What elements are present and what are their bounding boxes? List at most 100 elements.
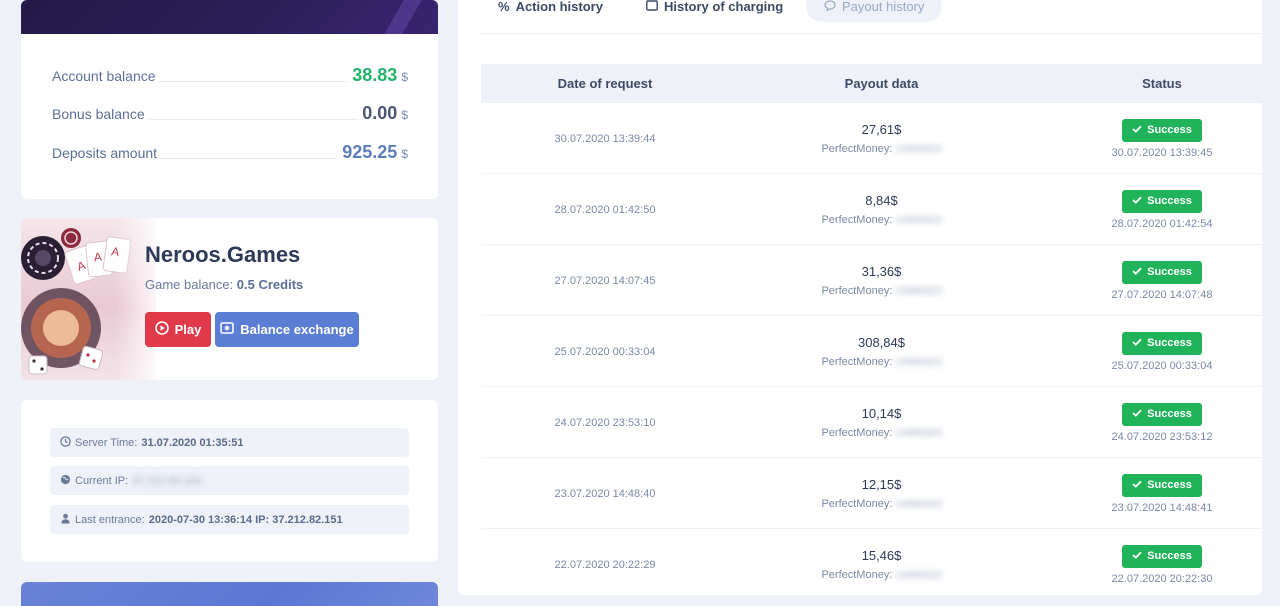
status-badge: Success xyxy=(1122,402,1202,426)
server-time-label: Server Time: xyxy=(75,436,138,449)
payout-account: U4993323 xyxy=(895,356,942,368)
table-row: 30.07.2020 13:39:44 27,61$ PerfectMoney: U4… xyxy=(481,103,1262,174)
tab-payout-history-label: Payout history xyxy=(842,0,925,14)
casino-chips-cards-image: A A A xyxy=(21,218,156,380)
check-icon xyxy=(1132,195,1142,207)
check-icon xyxy=(1132,550,1142,562)
status-badge: Success xyxy=(1122,189,1202,213)
history-panel: % Action history History of charging Pay… xyxy=(458,0,1262,595)
deposits-amount-row: Deposits amount 925.25 $ xyxy=(52,139,408,163)
payout-status: Success 24.07.2020 23:53:12 xyxy=(1034,387,1262,458)
current-ip-value: 37.212.82.151 xyxy=(132,474,203,487)
play-circle-icon xyxy=(154,321,169,338)
request-date: 28.07.2020 01:42:50 xyxy=(481,174,729,245)
game-balance-label: Game balance: xyxy=(145,277,234,292)
payout-system-label: PerfectMoney: xyxy=(821,356,893,368)
tab-history-of-charging[interactable]: History of charging xyxy=(646,0,783,22)
server-time-row: Server Time: 31.07.2020 01:35:51 xyxy=(50,428,409,457)
status-badge: Success xyxy=(1122,331,1202,355)
next-card-banner xyxy=(21,582,438,606)
check-icon xyxy=(1132,337,1142,349)
table-header: Date of request Payout data Status xyxy=(481,64,1262,103)
payout-system: PerfectMoney: U4993323 xyxy=(821,285,941,297)
user-icon xyxy=(60,513,71,527)
status-badge-label: Success xyxy=(1147,550,1192,562)
table-row: 28.07.2020 01:42:50 8,84$ PerfectMoney: U49… xyxy=(481,174,1262,245)
payout-status: Success 30.07.2020 13:39:45 xyxy=(1034,103,1262,174)
bonus-balance-row: Bonus balance 0.00 $ xyxy=(52,100,408,124)
request-date-text: 22.07.2020 20:22:29 xyxy=(554,558,656,571)
request-date: 30.07.2020 13:39:44 xyxy=(481,103,729,174)
payout-system-label: PerfectMoney: xyxy=(821,285,893,297)
bonus-balance-label: Bonus balance xyxy=(52,106,147,122)
account-balance-row: Account balance 38.83 $ xyxy=(52,62,408,86)
payout-system-label: PerfectMoney: xyxy=(821,214,893,226)
history-tabs: % Action history History of charging Pay… xyxy=(480,0,1262,34)
payout-system: PerfectMoney: U4993323 xyxy=(821,214,941,226)
payout-system: PerfectMoney: U4993323 xyxy=(821,143,941,155)
balance-exchange-button[interactable]: Balance exchange xyxy=(215,312,359,347)
status-date: 25.07.2020 00:33:04 xyxy=(1111,359,1213,372)
payout-amount: 10,14$ xyxy=(861,406,902,421)
payout-amount: 15,46$ xyxy=(861,548,902,563)
request-date: 22.07.2020 20:22:29 xyxy=(481,529,729,595)
status-badge-label: Success xyxy=(1147,408,1192,420)
status-badge: Success xyxy=(1122,118,1202,142)
payout-status: Success 27.07.2020 14:07:48 xyxy=(1034,245,1262,316)
payout-data: 308,84$ PerfectMoney: U4993323 xyxy=(729,316,1034,387)
table-row: 23.07.2020 14:48:40 12,15$ PerfectMoney: U4… xyxy=(481,458,1262,529)
session-info-card: Server Time: 31.07.2020 01:35:51 Current… xyxy=(21,400,438,562)
table-row: 25.07.2020 00:33:04 308,84$ PerfectMoney: U… xyxy=(481,316,1262,387)
check-icon xyxy=(1132,266,1142,278)
status-badge: Success xyxy=(1122,544,1202,568)
payout-account: U4993323 xyxy=(895,214,942,226)
chat-bubble-icon xyxy=(824,0,836,14)
payout-data: 15,46$ PerfectMoney: U4993323 xyxy=(729,529,1034,595)
balance-exchange-label: Balance exchange xyxy=(240,322,354,337)
play-button[interactable]: Play xyxy=(145,312,211,347)
table-row: 22.07.2020 20:22:29 15,46$ PerfectMoney: U4… xyxy=(481,529,1262,595)
status-badge-label: Success xyxy=(1147,479,1192,491)
money-icon xyxy=(220,322,235,337)
request-date: 25.07.2020 00:33:04 xyxy=(481,316,729,387)
play-button-label: Play xyxy=(174,322,202,337)
clock-icon xyxy=(60,435,71,450)
request-date-text: 25.07.2020 00:33:04 xyxy=(554,345,656,358)
request-date: 24.07.2020 23:53:10 xyxy=(481,387,729,458)
payout-status: Success 22.07.2020 20:22:30 xyxy=(1034,529,1262,595)
balance-banner xyxy=(21,0,438,34)
header-payout-data: Payout data xyxy=(844,76,919,91)
payout-amount: 308,84$ xyxy=(858,335,905,350)
payout-data: 10,14$ PerfectMoney: U4993323 xyxy=(729,387,1034,458)
tab-history-of-charging-label: History of charging xyxy=(664,0,784,14)
request-date: 27.07.2020 14:07:45 xyxy=(481,245,729,316)
tab-action-history[interactable]: % Action history xyxy=(498,0,603,22)
svg-text:A: A xyxy=(93,250,102,265)
status-date: 27.07.2020 14:07:48 xyxy=(1111,288,1213,301)
balance-card: Account balance 38.83 $ Bonus balance 0.0… xyxy=(21,0,438,199)
payout-data: 31,36$ PerfectMoney: U4993323 xyxy=(729,245,1034,316)
payout-system: PerfectMoney: U4993323 xyxy=(821,569,941,581)
tab-payout-history[interactable]: Payout history xyxy=(806,0,943,22)
payout-amount: 12,15$ xyxy=(861,477,902,492)
status-date: 24.07.2020 23:53:12 xyxy=(1111,430,1213,443)
payout-account: U4993323 xyxy=(895,427,942,439)
payout-data: 12,15$ PerfectMoney: U4993323 xyxy=(729,458,1034,529)
account-balance-label: Account balance xyxy=(52,68,158,84)
server-time-value: 31.07.2020 01:35:51 xyxy=(141,436,244,449)
tab-action-history-label: Action history xyxy=(515,0,603,14)
last-entrance-value: 2020-07-30 13:36:14 IP: 37.212.82.151 xyxy=(148,513,343,526)
payout-status: Success 28.07.2020 01:42:54 xyxy=(1034,174,1262,245)
payout-account: U4993323 xyxy=(895,143,942,155)
payout-data: 27,61$ PerfectMoney: U4993323 xyxy=(729,103,1034,174)
bonus-balance-value: 0.00 $ xyxy=(358,103,408,124)
request-date-text: 23.07.2020 14:48:40 xyxy=(554,487,656,500)
check-icon xyxy=(1132,124,1142,136)
payout-account: U4993323 xyxy=(895,498,942,510)
payout-system-label: PerfectMoney: xyxy=(821,143,893,155)
payout-status: Success 23.07.2020 14:48:41 xyxy=(1034,458,1262,529)
status-date: 30.07.2020 13:39:45 xyxy=(1111,146,1213,159)
table-row: 27.07.2020 14:07:45 31,36$ PerfectMoney: U4… xyxy=(481,245,1262,316)
game-card: A A A Neroos.Games Game balance: 0.5 Cre… xyxy=(21,218,438,380)
request-date-text: 28.07.2020 01:42:50 xyxy=(554,203,656,216)
